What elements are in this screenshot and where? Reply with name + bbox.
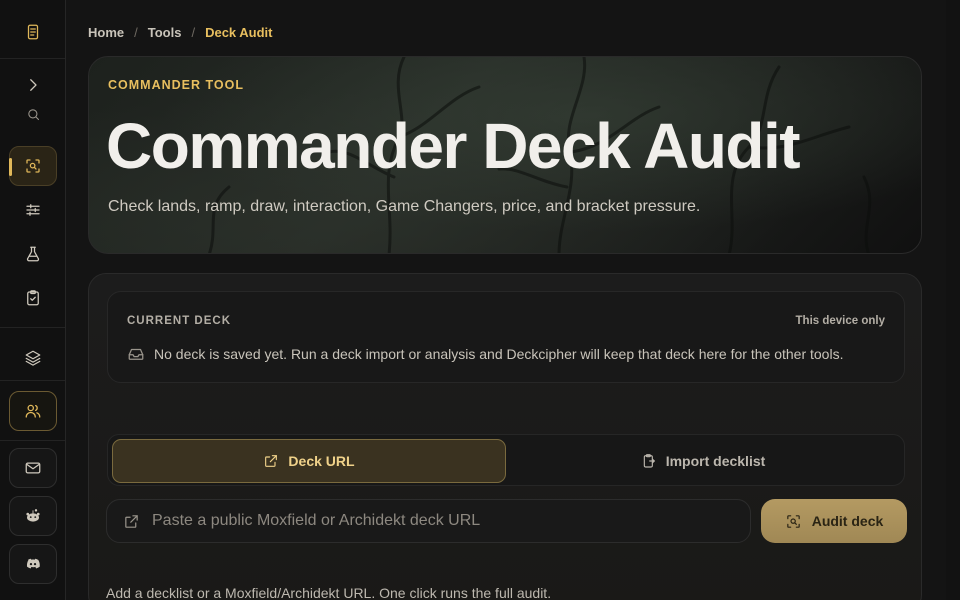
search-icon[interactable] (21, 102, 45, 126)
clipboard-import-icon (643, 454, 655, 468)
breadcrumb-separator: / (134, 24, 138, 40)
sidebar-divider (0, 58, 65, 59)
reddit-icon (26, 509, 40, 522)
external-link-icon (125, 514, 138, 528)
tab-deck-url[interactable]: Deck URL (112, 439, 506, 483)
audit-deck-button[interactable]: Audit deck (761, 499, 907, 543)
breadcrumb-current: Deck Audit (205, 24, 273, 40)
main-content: Home / Tools / Deck Audit COMMANDER TOOL… (66, 0, 960, 600)
audit-deck-label: Audit deck (811, 513, 884, 529)
breadcrumb-tools[interactable]: Tools (148, 25, 182, 40)
deck-audit-icon (26, 159, 40, 173)
scan-icon (786, 514, 800, 528)
input-mode-tabs: Deck URL Import decklist (107, 434, 905, 486)
current-deck-empty: No deck is saved yet. Run a deck import … (127, 345, 843, 363)
hero-kicker: COMMANDER TOOL (108, 78, 244, 92)
deck-url-field[interactable] (106, 499, 751, 543)
page-subtitle: Check lands, ramp, draw, interaction, Ga… (108, 198, 701, 215)
mail-icon (25, 462, 41, 474)
sidebar-divider (0, 327, 65, 328)
storage-note: This device only (795, 315, 885, 327)
hero-banner: COMMANDER TOOL Commander Deck Audit Chec… (88, 56, 922, 254)
sliders-icon (26, 204, 40, 216)
breadcrumb-separator: / (191, 24, 196, 40)
sidebar (0, 0, 66, 600)
current-deck-card: CURRENT DECK This device only No deck is… (107, 291, 905, 383)
sidebar-item-checklist[interactable] (21, 286, 45, 310)
sidebar-item-reddit[interactable] (9, 496, 57, 536)
logo-icon[interactable] (21, 20, 45, 44)
page-title: Commander Deck Audit (106, 110, 801, 182)
current-deck-label: CURRENT DECK (127, 315, 231, 327)
sidebar-item-discord[interactable] (9, 544, 57, 584)
audit-panel: CURRENT DECK This device only No deck is… (88, 273, 922, 600)
sidebar-item-mail[interactable] (9, 448, 57, 488)
tab-import-decklist[interactable]: Import decklist (506, 439, 900, 483)
discord-icon (26, 558, 40, 569)
external-link-icon (265, 455, 278, 467)
sidebar-divider (0, 440, 65, 441)
helper-text: Add a decklist or a Moxfield/Archidekt U… (106, 585, 552, 600)
users-icon (25, 404, 41, 418)
breadcrumb: Home / Tools / Deck Audit (88, 24, 273, 40)
tab-deck-url-label: Deck URL (288, 453, 355, 469)
sidebar-item-community[interactable] (9, 391, 57, 431)
sidebar-item-lab[interactable] (21, 242, 45, 266)
sidebar-item-layers[interactable] (21, 346, 45, 370)
layers-icon (25, 350, 41, 366)
sidebar-divider (0, 380, 65, 381)
flask-icon (26, 246, 40, 262)
breadcrumb-home[interactable]: Home (88, 25, 124, 40)
scrollbar-track[interactable] (946, 0, 960, 600)
deck-url-input[interactable] (152, 512, 712, 530)
current-deck-message: No deck is saved yet. Run a deck import … (154, 346, 844, 362)
sidebar-item-deck-audit[interactable] (9, 146, 57, 186)
expand-chevron-icon[interactable] (21, 73, 45, 97)
tab-import-decklist-label: Import decklist (665, 453, 766, 469)
inbox-icon (128, 348, 144, 360)
sidebar-item-sliders[interactable] (21, 198, 45, 222)
clipboard-check-icon (27, 290, 39, 306)
